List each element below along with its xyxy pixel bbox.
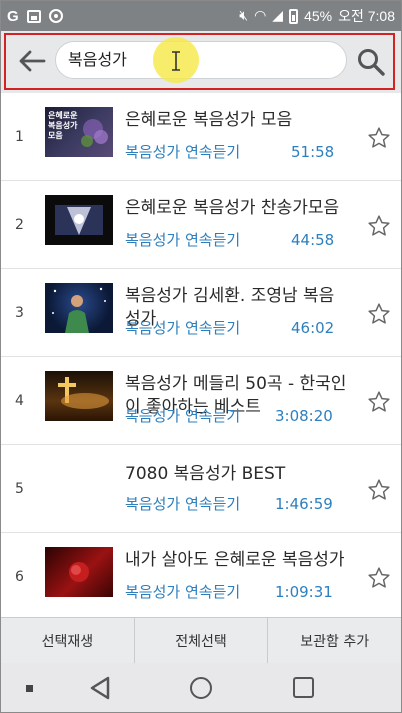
star-icon[interactable] <box>367 214 391 238</box>
list-item[interactable]: 5 7080 복음성가 BEST 복음성가 연속듣기 1:46:59 <box>1 445 401 533</box>
nav-menu-dot-icon[interactable] <box>26 685 33 692</box>
sync-notification-icon <box>48 9 63 23</box>
thumbnail-singer-art <box>52 287 106 333</box>
battery-percent: 45% <box>304 8 333 24</box>
star-icon[interactable] <box>367 390 391 414</box>
search-button[interactable] <box>353 44 389 80</box>
row-title: 은혜로운 복음성가 모음 <box>125 110 293 130</box>
row-number: 1 <box>15 129 24 145</box>
row-number: 2 <box>15 217 24 233</box>
nav-back-icon[interactable] <box>89 676 111 700</box>
video-thumbnail[interactable]: 은혜로운 복음성가 모음 <box>45 107 113 157</box>
video-thumbnail[interactable] <box>45 547 113 597</box>
battery-icon <box>289 8 299 24</box>
system-nav-bar <box>1 663 401 712</box>
app-frame: G 🔇︎ ◠ ◢ 45% 오전 7:08 복음성가 1 은혜로운 복음성가 모음… <box>0 0 402 713</box>
row-number: 3 <box>15 305 24 321</box>
row-number: 6 <box>15 569 24 585</box>
arrow-left-icon <box>19 50 46 72</box>
list-item[interactable]: 3 복음성가 김세환. 조영남 복음성가 복음성가 연속듣기 46:02 <box>1 269 401 357</box>
row-subtitle: 복음성가 연속듣기 <box>125 143 241 161</box>
status-bar: G 🔇︎ ◠ ◢ 45% 오전 7:08 <box>1 1 401 31</box>
row-duration: 51:58 <box>291 143 335 161</box>
thumbnail-light-art <box>55 205 103 235</box>
row-title: 7080 복음성가 BEST <box>125 464 286 484</box>
row-number: 4 <box>15 393 24 409</box>
row-duration: 44:58 <box>291 231 335 249</box>
row-title: 내가 살아도 은혜로운 복음성가 <box>125 550 345 570</box>
row-duration: 1:09:31 <box>275 583 333 601</box>
add-to-storage-button[interactable]: 보관함 추가 <box>268 618 401 663</box>
google-app-icon: G <box>7 7 19 25</box>
row-subtitle: 복음성가 연속듣기 <box>125 583 241 601</box>
no-signal-icon: ◢ <box>272 8 284 24</box>
row-title: 은혜로운 복음성가 찬송가모음 <box>125 198 340 218</box>
search-header: 복음성가 <box>1 31 401 93</box>
action-bar: 선택재생 전체선택 보관함 추가 <box>1 617 401 663</box>
wifi-icon: ◠ <box>254 8 267 24</box>
row-duration: 46:02 <box>291 319 335 337</box>
select-all-button[interactable]: 전체선택 <box>135 618 269 663</box>
thumbnail-rose-art <box>69 562 89 582</box>
image-notification-icon <box>26 9 41 23</box>
search-input[interactable]: 복음성가 <box>55 41 347 79</box>
row-subtitle: 복음성가 연속듣기 <box>125 495 241 513</box>
row-subtitle: 복음성가 연속듣기 <box>125 407 241 425</box>
row-subtitle: 복음성가 연속듣기 <box>125 231 241 249</box>
list-item[interactable]: 6 내가 살아도 은혜로운 복음성가 복음성가 연속듣기 1:09:31 <box>1 533 401 617</box>
thumbnail-caption: 은혜로운 복음성가 모음 <box>48 111 78 140</box>
star-icon[interactable] <box>367 478 391 502</box>
nav-home-icon[interactable] <box>190 677 212 699</box>
nav-recent-apps-icon[interactable] <box>293 677 314 698</box>
row-duration: 1:46:59 <box>275 495 333 513</box>
star-icon[interactable] <box>367 566 391 590</box>
row-duration: 3:08:20 <box>275 407 333 425</box>
back-button[interactable] <box>15 44 49 78</box>
list-item[interactable]: 1 은혜로운 복음성가 모음 은혜로운 복음성가 모음 복음성가 연속듣기 51… <box>1 93 401 181</box>
text-cursor-icon <box>172 51 180 71</box>
list-item[interactable]: 2 은혜로운 복음성가 찬송가모음 복음성가 연속듣기 44:58 <box>1 181 401 269</box>
star-icon[interactable] <box>367 126 391 150</box>
search-icon <box>358 49 385 76</box>
row-subtitle: 복음성가 연속듣기 <box>125 319 241 337</box>
clock: 오전 7:08 <box>338 8 395 24</box>
play-selected-button[interactable]: 선택재생 <box>1 618 135 663</box>
list-item[interactable]: 4 복음성가 메들리 50곡 - 한국인이 좋아하는 베스트 복음성가 연속듣기… <box>1 357 401 445</box>
star-icon[interactable] <box>367 302 391 326</box>
video-thumbnail[interactable] <box>45 283 113 333</box>
video-thumbnail[interactable] <box>45 195 113 245</box>
video-thumbnail[interactable] <box>45 371 113 421</box>
results-list: 1 은혜로운 복음성가 모음 은혜로운 복음성가 모음 복음성가 연속듣기 51… <box>1 93 401 617</box>
thumbnail-cross-art <box>58 377 109 409</box>
mute-icon: 🔇︎ <box>239 8 249 24</box>
row-number: 5 <box>15 481 24 497</box>
